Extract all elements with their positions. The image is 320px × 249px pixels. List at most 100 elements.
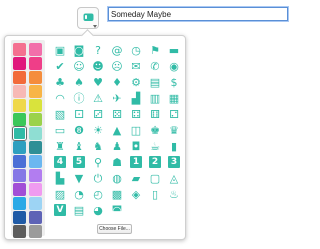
- chat-bubbles-icon[interactable]: ◙: [71, 42, 87, 58]
- person-icon[interactable]: ☗: [109, 154, 125, 170]
- chess-knight-icon[interactable]: ♞: [90, 138, 106, 154]
- folder-icon[interactable]: ▰: [128, 170, 144, 186]
- color-swatch[interactable]: [29, 113, 42, 126]
- letter-v-icon[interactable]: V: [54, 204, 66, 216]
- gift-icon[interactable]: ◈: [128, 186, 144, 202]
- cup-icon[interactable]: ☕: [147, 138, 163, 154]
- spades-icon[interactable]: ♠: [71, 74, 87, 90]
- color-swatch[interactable]: [13, 197, 26, 210]
- tv-icon[interactable]: ▢: [147, 170, 163, 186]
- neutral-face-icon[interactable]: ☻: [90, 58, 106, 74]
- speech-bubble-icon[interactable]: ▬: [166, 42, 182, 58]
- color-swatch[interactable]: [29, 155, 42, 168]
- number-five-icon[interactable]: 5: [73, 156, 85, 168]
- color-swatch[interactable]: [13, 155, 26, 168]
- color-swatch[interactable]: [29, 225, 42, 238]
- color-swatch[interactable]: [13, 71, 26, 84]
- color-swatch[interactable]: [13, 127, 26, 140]
- fire-icon[interactable]: ♨: [166, 186, 182, 202]
- list-name-input[interactable]: [107, 6, 289, 22]
- car-icon[interactable]: ▟: [128, 90, 144, 106]
- message-bubble-icon[interactable]: ▣: [52, 42, 68, 58]
- wifi-icon[interactable]: ◠: [52, 90, 68, 106]
- phone-icon[interactable]: ✆: [147, 58, 163, 74]
- dice-four-icon[interactable]: ⚃: [128, 106, 144, 122]
- lightbulb-icon[interactable]: ☀: [90, 122, 106, 138]
- dice-six-icon[interactable]: ⚅: [147, 106, 163, 122]
- billiard-ball-icon[interactable]: ❽: [71, 122, 87, 138]
- train-icon[interactable]: ▦: [166, 90, 182, 106]
- color-swatch[interactable]: [29, 71, 42, 84]
- color-swatch[interactable]: [13, 183, 26, 196]
- bell-icon[interactable]: ▲: [109, 122, 125, 138]
- color-swatch[interactable]: [29, 183, 42, 196]
- color-swatch[interactable]: [29, 57, 42, 70]
- color-swatch[interactable]: [13, 169, 26, 182]
- chess-bishop-icon[interactable]: ♝: [71, 138, 87, 154]
- gear-icon[interactable]: ⚙: [128, 74, 144, 90]
- cake-icon[interactable]: ◬: [166, 170, 182, 186]
- dice-one-icon[interactable]: ⚀: [71, 106, 87, 122]
- chess-king-icon[interactable]: ♚: [147, 122, 163, 138]
- dice-five-icon[interactable]: ⚄: [109, 106, 125, 122]
- camera-icon[interactable]: ◚: [109, 202, 125, 218]
- bottle-icon[interactable]: ▮: [166, 138, 182, 154]
- color-swatch[interactable]: [29, 169, 42, 182]
- color-swatch[interactable]: [13, 57, 26, 70]
- dice-two-icon[interactable]: ⚁: [166, 106, 182, 122]
- number-two-icon[interactable]: 2: [149, 156, 161, 168]
- color-swatch[interactable]: [29, 141, 42, 154]
- choose-file-button[interactable]: Choose File...: [97, 224, 132, 234]
- number-one-icon[interactable]: 1: [130, 156, 142, 168]
- checkmark-icon[interactable]: ✔: [52, 58, 68, 74]
- warning-icon[interactable]: ⚠: [90, 90, 106, 106]
- question-icon[interactable]: ?: [90, 42, 106, 58]
- pacman-icon[interactable]: ◔: [71, 186, 87, 202]
- clock-face-icon[interactable]: ◕: [90, 202, 106, 218]
- color-swatch[interactable]: [13, 141, 26, 154]
- dollar-icon[interactable]: $: [166, 74, 182, 90]
- color-swatch[interactable]: [13, 43, 26, 56]
- color-swatch[interactable]: [29, 99, 42, 112]
- shopping-cart-icon[interactable]: ▼: [71, 170, 87, 186]
- basket-icon[interactable]: ◫: [128, 122, 144, 138]
- diamond-icon[interactable]: ♦: [109, 74, 125, 90]
- color-swatch[interactable]: [13, 225, 26, 238]
- briefcase-icon[interactable]: ▩: [109, 186, 125, 202]
- color-swatch[interactable]: [13, 85, 26, 98]
- list-icon-button[interactable]: [77, 7, 99, 29]
- heart-icon[interactable]: ♥: [90, 74, 106, 90]
- document-icon[interactable]: ▤: [71, 202, 87, 218]
- flag-icon[interactable]: ⚑: [147, 42, 163, 58]
- color-swatch[interactable]: [29, 127, 42, 140]
- color-swatch[interactable]: [29, 197, 42, 210]
- info-icon[interactable]: ⓘ: [71, 90, 87, 106]
- color-swatch[interactable]: [13, 113, 26, 126]
- rss-icon[interactable]: ◉: [166, 58, 182, 74]
- color-swatch[interactable]: [29, 85, 42, 98]
- film-icon[interactable]: ▧: [52, 106, 68, 122]
- envelope-icon[interactable]: ✉: [128, 58, 144, 74]
- image-icon[interactable]: ▨: [52, 186, 68, 202]
- color-swatch[interactable]: [29, 211, 42, 224]
- building-icon[interactable]: ▙: [52, 170, 68, 186]
- number-three-icon[interactable]: 3: [168, 156, 180, 168]
- smile-icon[interactable]: ☺: [71, 58, 87, 74]
- color-swatch[interactable]: [13, 211, 26, 224]
- chess-queen-icon[interactable]: ♛: [166, 122, 182, 138]
- clipboard-icon[interactable]: ▯: [147, 186, 163, 202]
- game-controller-icon[interactable]: ▭: [52, 122, 68, 138]
- color-swatch[interactable]: [13, 99, 26, 112]
- chess-rook-icon[interactable]: ♜: [52, 138, 68, 154]
- at-sign-icon[interactable]: @: [109, 42, 125, 58]
- airplane-icon[interactable]: ✈: [109, 90, 125, 106]
- clubs-icon[interactable]: ♣: [52, 74, 68, 90]
- clock-icon[interactable]: ◷: [128, 42, 144, 58]
- money-icon[interactable]: ▤: [147, 74, 163, 90]
- alarm-clock-icon[interactable]: ◴: [90, 186, 106, 202]
- dice-three-icon[interactable]: ⚂: [90, 106, 106, 122]
- shopping-bag-icon[interactable]: ◘: [128, 138, 144, 154]
- color-swatch[interactable]: [29, 43, 42, 56]
- number-four-icon[interactable]: 4: [54, 156, 66, 168]
- chess-pawn-icon[interactable]: ♟: [109, 138, 125, 154]
